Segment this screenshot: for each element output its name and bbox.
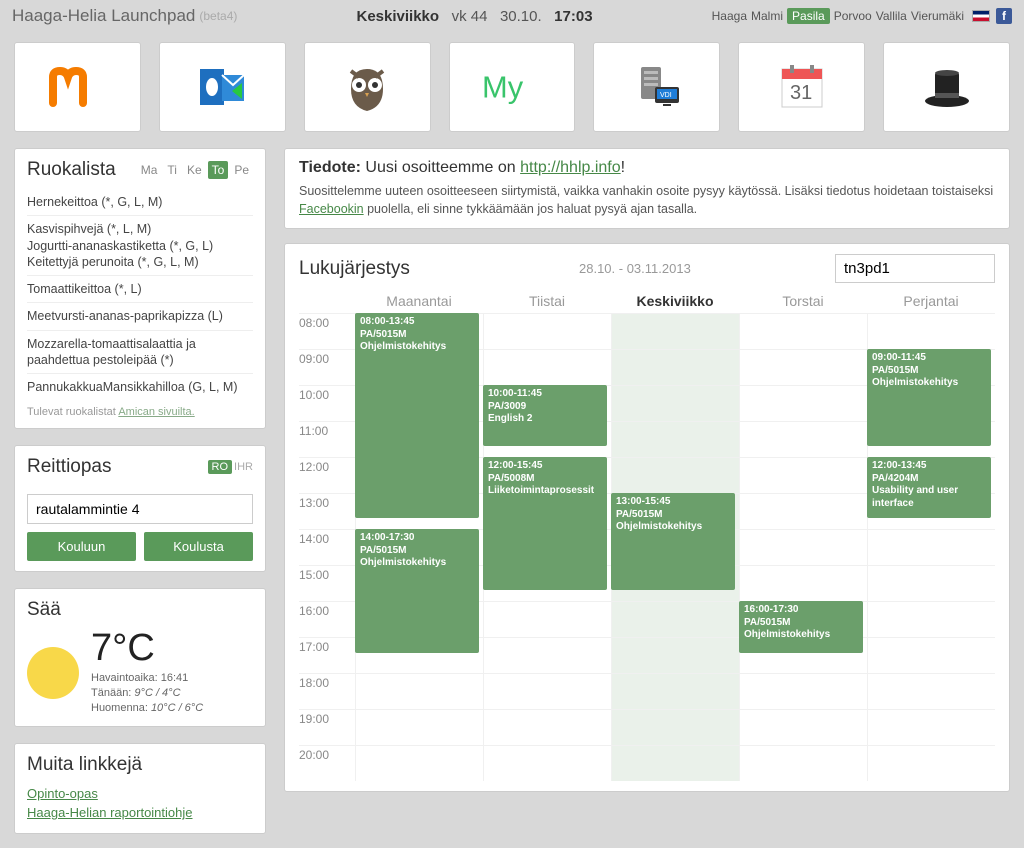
schedule-event[interactable]: 12:00-15:45PA/5008MLiiketoimintaprosessi… (483, 457, 607, 590)
topbar: Haaga-Helia Launchpad (beta4) Keskiviikk… (0, 0, 1024, 34)
notice-link[interactable]: http://hhlp.info (520, 159, 621, 176)
route-badges: ROIHR (208, 461, 253, 473)
brand: Haaga-Helia Launchpad (12, 6, 195, 26)
app-tiles: My VDI 31 (0, 34, 1024, 148)
time: 17:03 (554, 8, 592, 25)
time-label: 15:00 (299, 566, 355, 601)
sched-day-header: Perjantai (867, 289, 995, 313)
sched-day-header: Maanantai (355, 289, 483, 313)
route-badge-ihr[interactable]: IHR (234, 461, 253, 473)
tile-vdi[interactable]: VDI (593, 42, 720, 132)
weather-details: Havaintoaika: 16:41 Tänään: 9°C / 4°C Hu… (91, 671, 203, 716)
campus-haaga[interactable]: Haaga (712, 9, 747, 23)
tile-mynet[interactable]: My (449, 42, 576, 132)
campus-vallila[interactable]: Vallila (876, 9, 907, 23)
sched-day-header: Keskiviikko (611, 289, 739, 313)
schedule-grid: 08:0009:0010:0011:0012:0013:0014:0015:00… (299, 313, 995, 781)
weather-title: Sää (27, 599, 61, 621)
time-label: 19:00 (299, 710, 355, 745)
route-badge-ro[interactable]: RO (208, 460, 233, 474)
menu-day-ma[interactable]: Ma (137, 161, 162, 179)
day-name: Keskiviikko (356, 8, 439, 25)
tile-tophat[interactable] (883, 42, 1010, 132)
tile-calendar[interactable]: 31 (738, 42, 865, 132)
campus-pasila[interactable]: Pasila (787, 8, 830, 24)
links-title: Muita linkkejä (27, 754, 142, 776)
time-label: 13:00 (299, 494, 355, 529)
route-input[interactable] (27, 494, 253, 524)
tile-owl[interactable] (304, 42, 431, 132)
schedule-event[interactable]: 09:00-11:45PA/5015MOhjelmistokehitys (867, 349, 991, 446)
time-label: 14:00 (299, 530, 355, 565)
menu-item: Tomaattikeittoa (*, L) (27, 276, 253, 303)
menu-day-pe[interactable]: Pe (230, 161, 253, 179)
sun-icon (27, 647, 79, 699)
menu-day-tabs: MaTiKeToPe (137, 161, 253, 179)
schedule-event[interactable]: 12:00-13:45PA/4204MUsability and user in… (867, 457, 991, 518)
menu-day-ti[interactable]: Ti (163, 161, 181, 179)
schedule-event[interactable]: 14:00-17:30PA/5015MOhjelmistokehitys (355, 529, 479, 653)
date: 30.10. (500, 8, 542, 25)
notice-fb-link[interactable]: Facebookin (299, 202, 364, 216)
time-label: 20:00 (299, 746, 355, 781)
schedule-event[interactable]: 08:00-13:45PA/5015MOhjelmistokehitys (355, 313, 479, 518)
menu-day-to[interactable]: To (208, 161, 229, 179)
campus-malmi[interactable]: Malmi (751, 9, 783, 23)
time-label: 08:00 (299, 314, 355, 349)
route-title: Reittiopas (27, 456, 112, 478)
weather-temp: 7°C (91, 629, 203, 667)
menu-item: Mozzarella-tomaattisalaattia ja paahdett… (27, 331, 253, 375)
link-item[interactable]: Haaga-Helian raportointiohje (27, 803, 253, 823)
menu-item: Hernekeittoa (*, G, L, M) (27, 189, 253, 216)
time-label: 17:00 (299, 638, 355, 673)
svg-text:31: 31 (790, 82, 812, 104)
facebook-icon[interactable]: f (996, 8, 1012, 24)
notice-panel: Tiedote: Uusi osoitteemme on http://hhlp… (284, 148, 1010, 229)
route-panel: Reittiopas ROIHR Kouluun Koulusta (14, 445, 266, 572)
time-label: 11:00 (299, 422, 355, 457)
time-label: 09:00 (299, 350, 355, 385)
time-label: 16:00 (299, 602, 355, 637)
week-label: vk 44 (452, 8, 488, 25)
brand-sub: (beta4) (199, 9, 237, 23)
sched-day-header: Tiistai (483, 289, 611, 313)
schedule-title: Lukujärjestys (299, 258, 579, 280)
route-from-button[interactable]: Koulusta (144, 532, 253, 561)
schedule-day-headers: MaanantaiTiistaiKeskiviikkoTorstaiPerjan… (355, 289, 995, 313)
menu-panel: Ruokalista MaTiKeToPe Hernekeittoa (*, G… (14, 148, 266, 429)
menu-day-ke[interactable]: Ke (183, 161, 206, 179)
menu-item: Meetvursti-ananas-paprikapizza (L) (27, 303, 253, 330)
time-label: 10:00 (299, 386, 355, 421)
date-bar: Keskiviikko vk 44 30.10. 17:03 (237, 8, 711, 25)
menu-item: Kasvispihvejä (*, L, M)Jogurtti-ananaska… (27, 216, 253, 276)
svg-text:My: My (482, 69, 524, 104)
time-label: 18:00 (299, 674, 355, 709)
tile-outlook[interactable] (159, 42, 286, 132)
sched-day-header: Torstai (739, 289, 867, 313)
campus-vierumäki[interactable]: Vierumäki (911, 9, 964, 23)
weather-panel: Sää 7°C Havaintoaika: 16:41 Tänään: 9°C … (14, 588, 266, 727)
flag-icon[interactable] (972, 10, 990, 22)
schedule-search[interactable] (835, 254, 995, 283)
schedule-range: 28.10. - 03.11.2013 (579, 261, 835, 276)
svg-text:VDI: VDI (660, 92, 672, 99)
time-label: 12:00 (299, 458, 355, 493)
campus-porvoo[interactable]: Porvoo (834, 9, 872, 23)
tile-moodle[interactable] (14, 42, 141, 132)
link-item[interactable]: Opinto-opas (27, 784, 253, 804)
menu-item: PannukakkuaMansikkahilloa (G, L, M) (27, 374, 253, 400)
menu-title: Ruokalista (27, 159, 116, 181)
notice-label: Tiedote: (299, 159, 361, 176)
menu-footer: Tulevat ruokalistat Amican sivuilta. (27, 406, 253, 418)
schedule-panel: Lukujärjestys 28.10. - 03.11.2013 Maanan… (284, 243, 1010, 792)
schedule-event[interactable]: 16:00-17:30PA/5015MOhjelmistokehitys (739, 601, 863, 653)
links-panel: Muita linkkejä Opinto-opasHaaga-Helian r… (14, 743, 266, 834)
campus-picker: Haaga Malmi Pasila Porvoo Vallila Vierumäki (712, 8, 964, 24)
route-to-button[interactable]: Kouluun (27, 532, 136, 561)
schedule-event[interactable]: 10:00-11:45PA/3009English 2 (483, 385, 607, 446)
schedule-event[interactable]: 13:00-15:45PA/5015MOhjelmistokehitys (611, 493, 735, 590)
menu-footer-link[interactable]: Amican sivuilta. (118, 406, 194, 418)
